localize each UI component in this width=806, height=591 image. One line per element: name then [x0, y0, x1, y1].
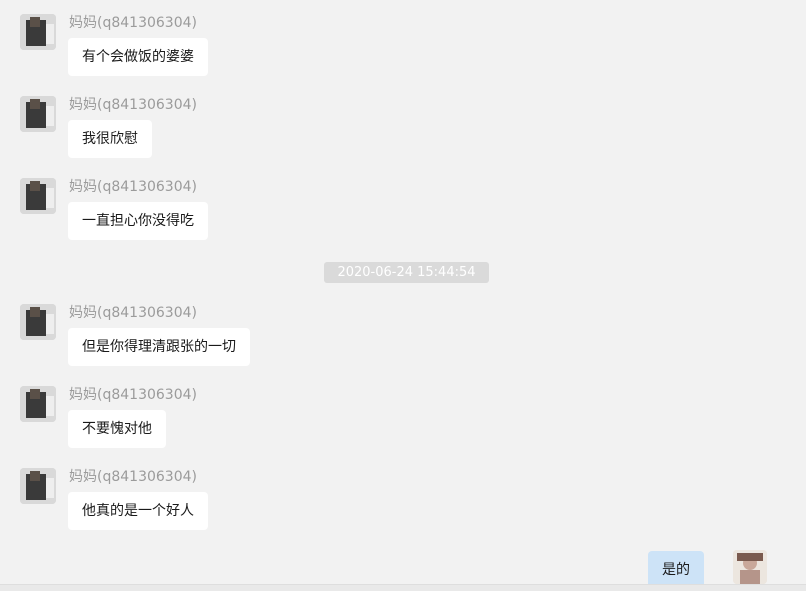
input-area-border: [0, 584, 806, 591]
contact-avatar[interactable]: [20, 386, 56, 422]
sender-name: 妈妈(q841306304): [69, 15, 197, 31]
sender-name: 妈妈(q841306304): [69, 387, 197, 403]
contact-avatar[interactable]: [20, 178, 56, 214]
message-bubble[interactable]: 但是你得理清跟张的一切: [68, 328, 250, 366]
sender-name: 妈妈(q841306304): [69, 305, 197, 321]
contact-avatar[interactable]: [20, 14, 56, 50]
message-bubble[interactable]: 不要愧对他: [68, 410, 166, 448]
sender-name: 妈妈(q841306304): [69, 469, 197, 485]
contact-avatar[interactable]: [20, 96, 56, 132]
self-avatar[interactable]: [733, 550, 767, 584]
message-bubble[interactable]: 我很欣慰: [68, 120, 152, 158]
message-bubble[interactable]: 有个会做饭的婆婆: [68, 38, 208, 76]
chat-window: 妈妈(q841306304) 有个会做饭的婆婆 妈妈(q841306304) 我…: [0, 0, 806, 591]
sender-name: 妈妈(q841306304): [69, 97, 197, 113]
message-bubble[interactable]: 他真的是一个好人: [68, 492, 208, 530]
contact-avatar[interactable]: [20, 304, 56, 340]
message-bubble[interactable]: 一直担心你没得吃: [68, 202, 208, 240]
sender-name: 妈妈(q841306304): [69, 179, 197, 195]
contact-avatar[interactable]: [20, 468, 56, 504]
timestamp-divider: 2020-06-24 15:44:54: [324, 262, 489, 283]
